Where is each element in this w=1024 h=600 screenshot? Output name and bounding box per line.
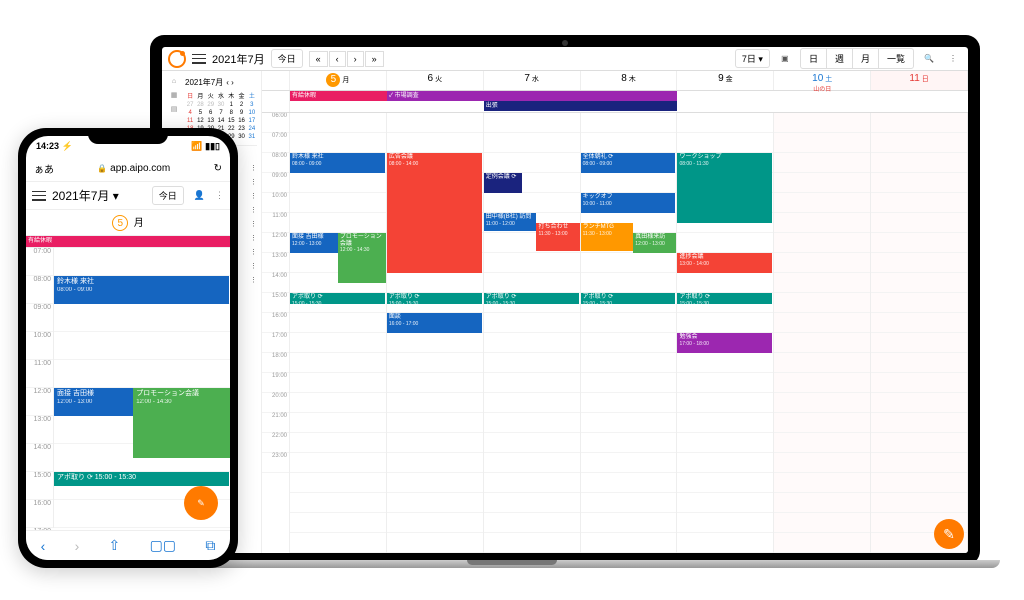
calendar-event[interactable]: 面接 吉田様12:00 - 13:00 (54, 388, 133, 416)
days-header: 5月6火7水8木9金10土山の日11日 (262, 71, 968, 91)
time-grid: 06:0007:0008:0009:0010:0011:0012:0013:00… (262, 113, 968, 553)
calendar-event[interactable]: プロモーション会議12:00 - 14:30 (133, 388, 230, 458)
calendar-event[interactable]: 全体朝礼 ⟳08:00 - 09:00 (581, 153, 676, 173)
view-week[interactable]: 週 (826, 49, 852, 68)
nav-prev[interactable]: ‹ (329, 51, 346, 67)
calendar-event[interactable]: アポ取り ⟳15:00 - 15:30 (677, 293, 772, 304)
topbar: 2021年7月 今日 « ‹ › » 7日 ▾ ▣ 日 週 月 一覧 🔍 ⋮ (162, 47, 968, 71)
month-title: 2021年7月 (212, 51, 265, 67)
day-column[interactable] (774, 113, 871, 553)
compose-fab[interactable]: ✎ (934, 519, 964, 549)
allday-event[interactable]: ✓ 市場調査 (387, 91, 678, 101)
calendar-event[interactable]: 打ち合わせ11:30 - 13:00 (536, 223, 579, 251)
day-column[interactable] (871, 113, 968, 553)
calendar-event[interactable]: 広告会議08:00 - 14:00 (387, 153, 482, 273)
phone-header: 2021年7月 ▾ 今日 👤 ⋮ (26, 182, 230, 210)
compose-fab[interactable]: ✎ (184, 486, 218, 520)
forward-icon[interactable]: › (75, 538, 80, 554)
day-column[interactable]: 定例会議 ⟳ 田中様(B社) 訪問11:00 - 12:00打ち合わせ11:30 … (484, 113, 581, 553)
grid-icon[interactable]: ▤ (171, 105, 178, 113)
search-icon[interactable]: 🔍 (920, 50, 938, 68)
menu-icon[interactable] (192, 54, 206, 64)
calendar-event[interactable]: アポ取り ⟳15:00 - 15:30 (387, 293, 482, 304)
calendar-event[interactable]: 田中様(B社) 訪問11:00 - 12:00 (484, 213, 537, 231)
browser-url-bar: ぁあ 🔒 app.aipo.com ↻ (26, 156, 230, 182)
view-month[interactable]: 月 (852, 49, 878, 68)
url-text: 🔒 app.aipo.com (97, 163, 170, 174)
camera-dot (562, 40, 568, 46)
view-switcher: 日 週 月 一覧 (800, 48, 914, 69)
bookmarks-icon[interactable]: ▢▢ (150, 537, 176, 554)
calendar-event[interactable]: 定例会議 ⟳ (484, 173, 522, 193)
share-icon[interactable]: ⇧ (109, 537, 121, 554)
text-size[interactable]: ぁあ (34, 161, 54, 176)
day-column[interactable]: 鈴木様 来社08:00 - 09:00 面接 吉田様12:00 - 13:00プロ… (290, 113, 387, 553)
day-column[interactable]: 全体朝礼 ⟳08:00 - 09:00 キックオフ10:00 - 11:00 ランチ… (581, 113, 678, 553)
calendar-main: 5月6火7水8木9金10土山の日11日 有給休暇✓ 市場調査出張 06:0007… (262, 71, 968, 553)
nav-first[interactable]: « (309, 51, 328, 67)
phone-frame: 14:23 ⚡📶 ▮▮▯ ぁあ 🔒 app.aipo.com ↻ 2021年7月… (18, 128, 238, 568)
range-dropdown[interactable]: 7日 ▾ (735, 49, 770, 68)
day-header[interactable]: 9金 (677, 71, 774, 90)
phone-allday: 有給休暇 (26, 236, 230, 248)
day-header[interactable]: 10土山の日 (774, 71, 871, 90)
calendar-event[interactable]: プロモーション会議12:00 - 14:30 (338, 233, 386, 283)
nav-next[interactable]: › (347, 51, 364, 67)
calendar-event[interactable]: ワークショップ08:00 - 11:30 (677, 153, 772, 223)
today-button[interactable]: 今日 (152, 186, 184, 205)
reload-icon[interactable]: ↻ (214, 163, 222, 174)
view-day[interactable]: 日 (801, 49, 826, 68)
day-header[interactable]: 7水 (484, 71, 581, 90)
day-column[interactable]: 広告会議08:00 - 14:00 アポ取り ⟳15:00 - 15:30 面談16… (387, 113, 484, 553)
phone-screen: 14:23 ⚡📶 ▮▮▯ ぁあ 🔒 app.aipo.com ↻ 2021年7月… (26, 136, 230, 560)
calendar-icon[interactable]: ▦ (171, 91, 178, 99)
day-header[interactable]: 6火 (387, 71, 484, 90)
calendar-event[interactable]: キックオフ10:00 - 11:00 (581, 193, 676, 213)
calendar-event[interactable]: ランチMTG11:30 - 13:00 (581, 223, 634, 251)
calendar-event[interactable]: 進捗会議13:00 - 14:00 (677, 253, 772, 273)
calendar-event[interactable]: アポ取り ⟳15:00 - 15:30 (581, 293, 676, 304)
tabs-icon[interactable]: ⧉ (205, 537, 215, 554)
phone-day-header: 5 月 (26, 210, 230, 236)
menu-icon[interactable] (32, 191, 46, 201)
more-icon[interactable]: ⋮ (215, 190, 224, 201)
mini-month-header: 2021年7月 ‹ › (185, 75, 257, 90)
back-icon[interactable]: ‹ (41, 538, 46, 554)
today-button[interactable]: 今日 (271, 49, 303, 68)
app-screen: 2021年7月 今日 « ‹ › » 7日 ▾ ▣ 日 週 月 一覧 🔍 ⋮ ⌂… (162, 47, 968, 553)
day-header[interactable]: 5月 (290, 71, 387, 90)
calendar-event[interactable]: 鈴木様 来社08:00 - 09:00 (290, 153, 385, 173)
day-header[interactable]: 11日 (871, 71, 968, 90)
allday-event[interactable]: 有給休暇 (26, 236, 230, 247)
nav-last[interactable]: » (365, 51, 384, 67)
app-logo-icon (168, 50, 186, 68)
calendar-event[interactable]: 面接 吉田様12:00 - 13:00 (290, 233, 338, 253)
calendar-event[interactable]: 面談16:00 - 17:00 (387, 313, 482, 333)
phone-notch (88, 128, 168, 144)
laptop-notch (467, 560, 557, 565)
calendar-event[interactable]: 真田様来訪12:00 - 13:00 (633, 233, 676, 253)
calendar-event[interactable]: アポ取り ⟳15:00 - 15:30 (290, 293, 385, 304)
user-icon[interactable]: 👤 (190, 190, 209, 201)
day-header[interactable]: 8木 (581, 71, 678, 90)
home-icon[interactable]: ⌂ (172, 78, 176, 85)
laptop-frame: 2021年7月 今日 « ‹ › » 7日 ▾ ▣ 日 週 月 一覧 🔍 ⋮ ⌂… (150, 35, 980, 565)
laptop-base (130, 560, 1000, 568)
view-list[interactable]: 一覧 (878, 49, 913, 68)
day-column[interactable]: ワークショップ08:00 - 11:30 進捗会議13:00 - 14:00 アポ取… (677, 113, 774, 553)
calendar-event[interactable]: アポ取り ⟳ 15:00 - 15:30 (54, 472, 229, 486)
more-icon[interactable]: ⋮ (944, 50, 962, 68)
nav-group: « ‹ › » (309, 51, 384, 67)
calendar-event[interactable]: 勉強会17:00 - 18:00 (677, 333, 772, 353)
allday-event[interactable]: 出張 (484, 101, 678, 111)
layers-icon[interactable]: ▣ (776, 50, 794, 68)
allday-row: 有給休暇✓ 市場調査出張 (262, 91, 968, 113)
allday-event[interactable]: 有給休暇 (290, 91, 387, 101)
month-title[interactable]: 2021年7月 ▾ (52, 187, 146, 204)
calendar-event[interactable]: 鈴木様 来社08:00 - 09:00 (54, 276, 229, 304)
lock-icon: 🔒 (97, 164, 107, 173)
browser-nav: ‹ › ⇧ ▢▢ ⧉ (26, 530, 230, 560)
calendar-event[interactable]: アポ取り ⟳15:00 - 15:30 (484, 293, 579, 304)
